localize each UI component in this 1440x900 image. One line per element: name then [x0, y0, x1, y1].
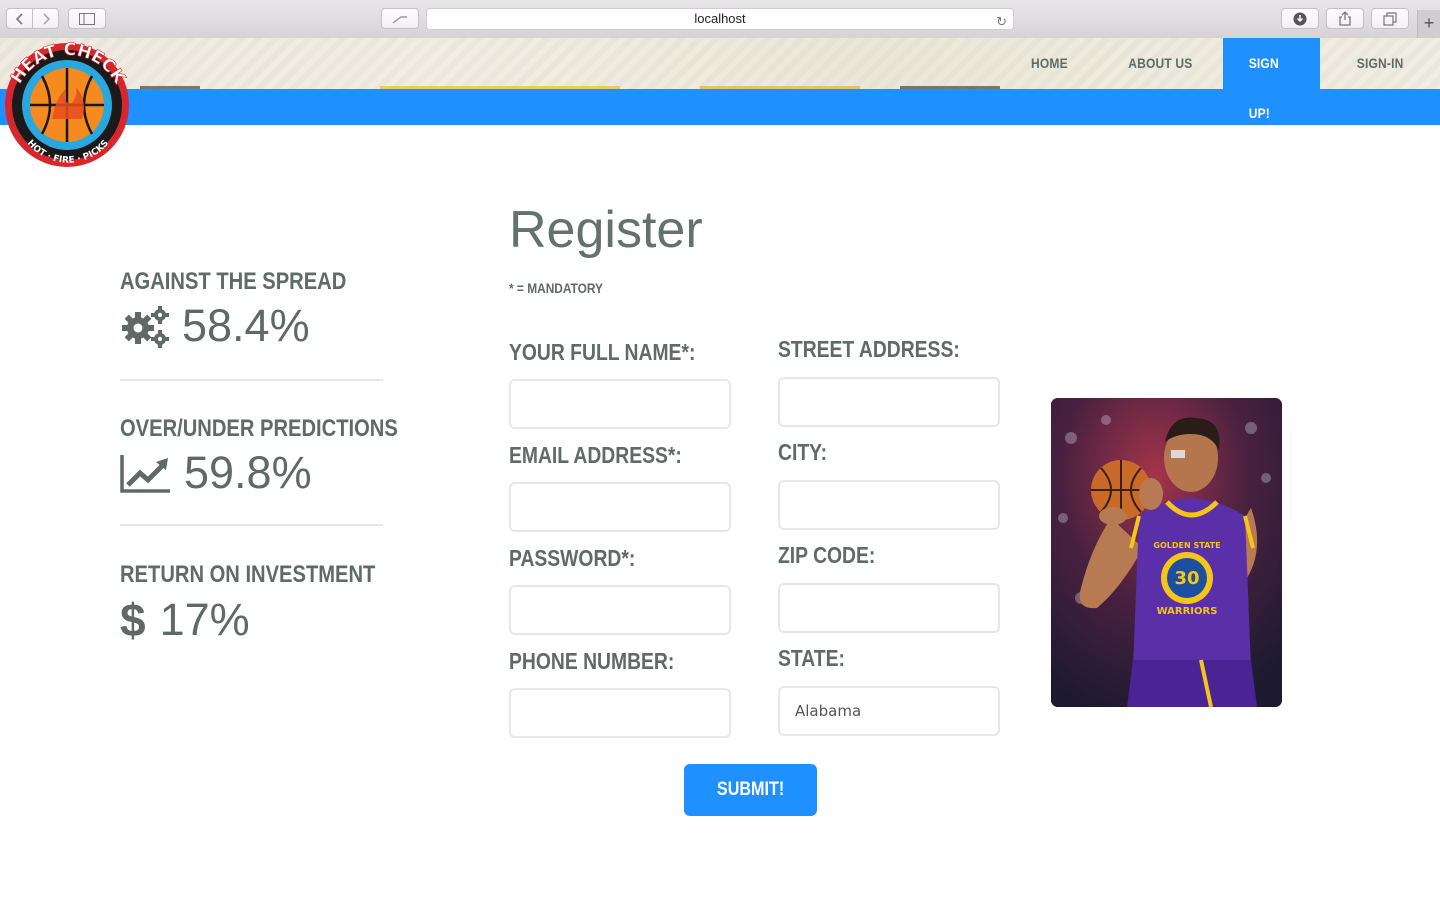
nav-item-home[interactable]: HOME	[1000, 38, 1098, 89]
nav-item-sign-in[interactable]: SIGN-IN	[1320, 38, 1440, 89]
new-tab-icon[interactable]: +	[1417, 10, 1440, 38]
jersey-text: GOLDEN STATE	[1153, 541, 1220, 550]
stat-label-ou: OVER/UNDER PREDICTIONS	[120, 415, 398, 442]
stat-value-ou: 59.8%	[120, 447, 312, 499]
city-field[interactable]	[778, 480, 1000, 530]
stat-label-roi: RETURN ON INVESTMENT	[120, 561, 376, 588]
dollar-icon: $	[120, 594, 146, 646]
zip-code-label: ZIP CODE:	[778, 542, 876, 568]
stat-label-ats: AGAINST THE SPREAD	[120, 268, 347, 295]
browser-toolbar: localhost ↻ +	[0, 0, 1440, 39]
email-field[interactable]	[509, 482, 731, 532]
password-field[interactable]	[509, 585, 731, 635]
state-label: STATE:	[778, 645, 845, 671]
stat-value-text: 59.8%	[184, 447, 312, 498]
street-address-label: STREET ADDRESS:	[778, 336, 960, 362]
back-icon[interactable]	[7, 9, 33, 28]
player-photo: 30 GOLDEN STATE WARRIORS	[1051, 398, 1282, 707]
phone-label: PHONE NUMBER:	[509, 648, 675, 674]
state-select[interactable]: Alabama	[778, 686, 1000, 736]
stat-value-text: 17%	[159, 594, 250, 645]
tabs-overview-icon[interactable]	[1371, 8, 1409, 29]
nav-link[interactable]: SIGN-IN	[1338, 38, 1423, 89]
heat-check-logo[interactable]: HEAT CHECK HOT · FIRE · PICKS	[0, 39, 134, 169]
browser-nav-buttons	[6, 8, 59, 29]
gears-icon	[120, 304, 170, 348]
jersey-team: WARRIORS	[1157, 606, 1218, 617]
line-chart-icon	[120, 453, 172, 493]
street-address-field[interactable]	[778, 377, 1000, 427]
password-label: PASSWORD*:	[509, 545, 636, 571]
page-title: Register	[509, 201, 703, 259]
full-name-field[interactable]	[509, 379, 731, 429]
email-label: EMAIL ADDRESS*:	[509, 442, 682, 468]
reader-icon[interactable]	[381, 8, 419, 29]
sidebar-toggle-icon[interactable]	[68, 8, 106, 29]
jersey-number: 30	[1174, 568, 1199, 589]
phone-field[interactable]	[509, 688, 731, 738]
share-icon[interactable]	[1326, 8, 1364, 29]
reload-icon[interactable]: ↻	[996, 12, 1007, 32]
stat-value-ats: 58.4%	[120, 300, 310, 352]
nav-item-sign-up[interactable]: SIGN UP!	[1223, 38, 1320, 121]
stat-value-text: 58.4%	[182, 300, 310, 351]
nav-link[interactable]: SIGN UP!	[1230, 38, 1313, 121]
state-selected-value: Alabama	[795, 702, 862, 720]
url-text: localhost	[694, 11, 746, 26]
stats-divider	[120, 379, 383, 381]
forward-icon[interactable]	[33, 9, 58, 28]
address-bar[interactable]: localhost ↻	[426, 8, 1014, 30]
city-label: CITY:	[778, 439, 828, 465]
nav-link[interactable]: ABOUT US	[1109, 38, 1211, 89]
downloads-icon[interactable]	[1281, 8, 1319, 29]
nav-link[interactable]: HOME	[1012, 38, 1087, 89]
submit-label: SUBMIT!	[716, 779, 785, 800]
main-nav: HOME ABOUT US SIGN UP! SIGN-IN	[1000, 38, 1440, 121]
nav-item-about-us[interactable]: ABOUT US	[1098, 38, 1223, 89]
stats-divider	[120, 524, 383, 526]
header-accent-bar	[0, 89, 1440, 125]
full-name-label: YOUR FULL NAME*:	[509, 339, 696, 365]
stat-value-roi: $ 17%	[120, 593, 250, 647]
mandatory-note: * = MANDATORY	[509, 280, 604, 296]
zip-code-field[interactable]	[778, 583, 1000, 633]
submit-button[interactable]: SUBMIT!	[684, 764, 817, 816]
